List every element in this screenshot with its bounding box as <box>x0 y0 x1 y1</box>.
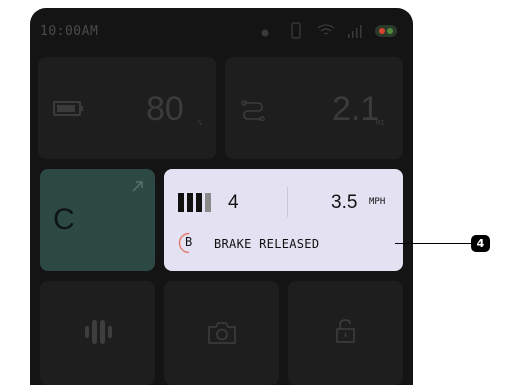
route-icon <box>241 100 265 121</box>
callout-badge: 4 <box>471 235 490 252</box>
level-bars-icon <box>178 193 211 212</box>
vibration-card[interactable] <box>40 281 155 385</box>
ride-status-card[interactable]: 4 3.5 MPH B BRAKE RELEASED <box>164 169 403 271</box>
phone-icon <box>291 22 301 39</box>
camera-card[interactable] <box>164 281 279 385</box>
status-divider <box>287 187 288 217</box>
battery-unit: % <box>198 119 203 127</box>
callout-line <box>395 243 473 244</box>
brake-letter: B <box>185 235 193 249</box>
gear-letter: C <box>53 203 75 236</box>
camera-icon <box>208 322 236 344</box>
speed-unit: MPH <box>369 197 386 207</box>
battery-icon <box>53 101 83 116</box>
battery-status-icon <box>375 25 397 37</box>
app-screen: 10:00AM 80 % 2.1 MI C 4 3.5 MPH B BRAKE … <box>30 8 413 385</box>
lock-card[interactable] <box>288 281 403 385</box>
battery-value: 80 <box>146 90 184 128</box>
trip-unit: MI <box>376 119 385 127</box>
status-bar: 10:00AM <box>30 8 413 54</box>
assist-level: 4 <box>228 192 239 213</box>
signal-icon <box>348 25 362 38</box>
trip-card[interactable]: 2.1 MI <box>225 57 403 159</box>
status-time: 10:00AM <box>40 24 99 39</box>
expand-icon <box>132 181 143 192</box>
gear-card[interactable]: C <box>40 169 155 271</box>
battery-card[interactable]: 80 % <box>38 57 216 159</box>
record-dot-icon <box>261 29 269 37</box>
vibration-icon <box>85 320 112 344</box>
speed-value: 3.5 <box>331 192 358 213</box>
trip-value: 2.1 <box>332 90 380 128</box>
wifi-icon <box>317 24 335 35</box>
brake-status-text: BRAKE RELEASED <box>214 237 320 251</box>
unlock-icon <box>336 319 355 343</box>
